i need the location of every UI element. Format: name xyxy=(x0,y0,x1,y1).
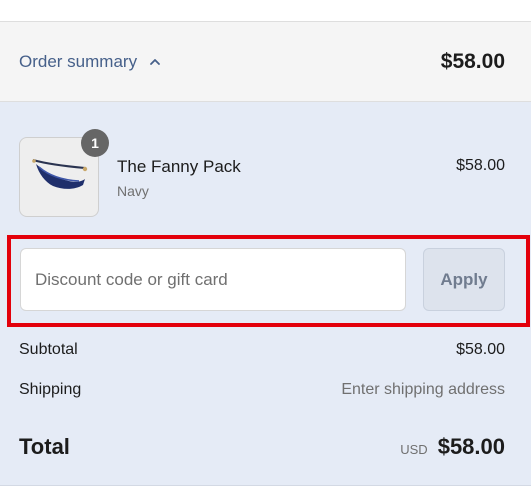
quantity-badge: 1 xyxy=(81,129,109,157)
product-thumbnail: 1 xyxy=(19,129,109,217)
footer-strip xyxy=(0,486,531,503)
fanny-pack-image xyxy=(32,159,88,189)
total-label: Total xyxy=(19,434,70,459)
order-summary-label: Order summary xyxy=(19,51,138,71)
order-summary-panel: 1 The Fanny Pack Navy $58.00 Apply Subto… xyxy=(0,102,531,486)
order-summary-total: $58.00 xyxy=(440,49,505,73)
subtotal-label: Subtotal xyxy=(19,341,78,358)
order-summary-toggle-label-group[interactable]: Order summary xyxy=(19,52,161,72)
currency-code: USD xyxy=(400,442,428,457)
apply-discount-button[interactable]: Apply xyxy=(423,248,505,311)
shipping-label: Shipping xyxy=(19,381,82,398)
shipping-row: Shipping Enter shipping address xyxy=(19,381,505,399)
total-amount: $58.00 xyxy=(437,434,505,459)
line-item: 1 The Fanny Pack Navy $58.00 xyxy=(19,129,505,219)
total-row: Total USD $58.00 xyxy=(19,434,505,460)
total-amount-group: USD $58.00 xyxy=(400,434,505,460)
product-variant: Navy xyxy=(117,183,149,199)
order-summary-toggle[interactable]: Order summary $58.00 xyxy=(0,22,531,102)
subtotal-value: $58.00 xyxy=(456,341,505,358)
product-price: $58.00 xyxy=(456,157,505,174)
subtotal-row: Subtotal $58.00 xyxy=(19,341,505,359)
chevron-up-icon xyxy=(149,56,161,68)
product-name: The Fanny Pack xyxy=(117,157,241,176)
discount-code-input[interactable] xyxy=(20,248,406,311)
header-strip xyxy=(0,0,531,22)
shipping-value: Enter shipping address xyxy=(341,381,505,398)
